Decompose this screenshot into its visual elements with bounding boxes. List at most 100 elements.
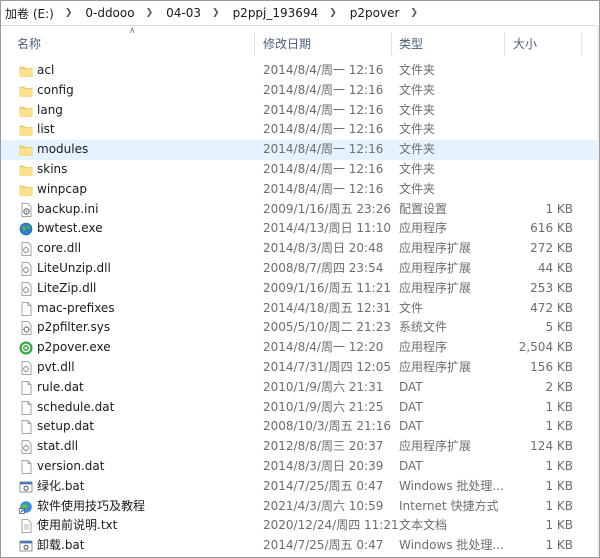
file-size: 1 KB [545,538,573,553]
file-row[interactable]: list 2014/8/4/周一 12:16 文件夹 [1,120,599,140]
file-type: 文件 [399,300,424,315]
file-row[interactable]: 卸载.bat 2014/7/25/周五 0:47 Windows 批处理... 1 K… [1,536,599,556]
file-type: 文件夹 [399,82,436,97]
file-row[interactable]: LiteZip.dll 2009/1/16/周五 11:21 应用程序扩展 253 K… [1,279,599,299]
file-size: 1 KB [545,458,573,473]
file-row[interactable]: skins 2014/8/4/周一 12:16 文件夹 [1,160,599,180]
file-list: acl 2014/8/4/周一 12:16 文件夹 config 2014/8/4/周一… [1,61,599,556]
file-name: p2pover.exe [37,340,111,355]
file-row[interactable]: stat.dll 2012/8/8/周三 20:37 应用程序扩展 124 KB [1,437,599,457]
file-modified-date: 2014/8/4/周一 12:20 [263,340,384,355]
file-row[interactable]: setup.dat 2008/10/3/周五 21:16 DAT 1 KB [1,417,599,437]
column-divider[interactable] [254,32,255,56]
file-row[interactable]: p2pfilter.sys 2005/5/10/周二 21:23 系统文件 5 KB [1,318,599,338]
file-size: 1 KB [545,498,573,513]
breadcrumb-folder-2[interactable]: 04-03 [163,6,204,20]
file-size: 472 KB [530,300,573,315]
file-type: 文件夹 [399,63,436,77]
file-type: Internet 快捷方式 [399,498,499,513]
file-type: 文件夹 [399,161,436,176]
file-type: 应用程序扩展 [399,280,472,295]
column-header-type[interactable]: 类型 [399,32,423,56]
scrollbar-track[interactable] [597,25,599,557]
column-divider[interactable] [581,32,582,56]
breadcrumb-folder-1[interactable]: 0-ddooo [82,6,137,20]
file-row[interactable]: winpcap 2014/8/4/周一 12:16 文件夹 [1,180,599,200]
file-type: 应用程序 [399,340,448,355]
folder-icon [19,104,33,118]
file-row[interactable]: acl 2014/8/4/周一 12:16 文件夹 [1,61,599,81]
file-type: 应用程序 [399,221,448,236]
file-modified-date: 2014/8/4/周一 12:16 [263,142,384,157]
column-header-name[interactable]: 名称 [17,32,41,56]
file-row[interactable]: LiteUnzip.dll 2008/8/7/周四 23:54 应用程序扩展 44 K… [1,259,599,279]
file-name: list [37,122,55,137]
breadcrumb-folder-3[interactable]: p2ppj_193694 [230,6,322,20]
file-modified-date: 2020/12/24/周四 11:21 [263,518,399,533]
file-modified-date: 2014/8/3/周日 20:48 [263,241,384,256]
file-name: LiteZip.dll [37,280,97,295]
file-type: 应用程序扩展 [399,439,472,454]
file-type: 应用程序扩展 [399,241,472,256]
file-name: core.dll [37,241,82,256]
file-row[interactable]: 使用前说明.txt 2020/12/24/周四 11:21 文本文档 1 KB [1,516,599,536]
dll-file-icon [19,281,33,296]
file-row[interactable]: lang 2014/8/4/周一 12:16 文件夹 [1,101,599,121]
file-row[interactable]: pvt.dll 2014/7/31/周四 12:05 应用程序扩展 156 KB [1,358,599,378]
blank-file-icon [19,460,33,474]
file-row[interactable]: schedule.dat 2010/1/9/周六 21:25 DAT 1 KB [1,398,599,418]
file-size: 616 KB [530,221,573,236]
column-divider[interactable] [391,32,392,56]
file-name: modules [37,142,89,157]
file-row[interactable]: backup.ini 2009/1/16/周五 23:26 配置设置 1 KB [1,200,599,220]
file-name: skins [37,161,68,176]
column-divider[interactable] [504,32,505,56]
globe-app-icon [19,222,33,236]
file-modified-date: 2010/1/9/周六 21:31 [263,379,384,394]
file-row[interactable]: modules 2014/8/4/周一 12:16 文件夹 [1,140,599,160]
file-row[interactable]: config 2014/8/4/周一 12:16 文件夹 [1,81,599,101]
chevron-right-icon[interactable]: ❯ [402,8,428,18]
file-type: 文本文档 [399,518,448,533]
file-modified-date: 2014/8/4/周一 12:16 [263,102,384,117]
file-modified-date: 2014/8/4/周一 12:16 [263,161,384,176]
file-modified-date: 2014/7/25/周五 0:47 [263,478,384,493]
file-name: backup.ini [37,201,99,216]
file-type: 文件夹 [399,181,436,196]
column-header-size[interactable]: 大小 [513,32,537,56]
file-size: 253 KB [530,280,573,295]
text-file-icon [19,519,33,534]
file-modified-date: 2014/4/18/周五 12:31 [263,300,391,315]
file-row[interactable]: rule.dat 2010/1/9/周六 21:31 DAT 2 KB [1,378,599,398]
file-size: 1 KB [545,201,573,216]
file-size: 5 KB [545,320,573,335]
blank-file-icon [19,380,33,395]
file-row[interactable]: 绿化.bat 2014/7/25/周五 0:47 Windows 批处理... 1 K… [1,477,599,497]
file-modified-date: 2021/4/3/周六 10:59 [263,498,384,513]
file-row[interactable]: bwtest.exe 2014/4/13/周日 11:10 应用程序 616 KB [1,219,599,239]
file-name: LiteUnzip.dll [37,260,111,275]
file-row[interactable]: 软件使用技巧及教程 2021/4/3/周六 10:59 Internet 快捷方式 1… [1,497,599,517]
sort-ascending-icon: ∧ [129,26,136,36]
breadcrumb-drive[interactable]: 加卷 (E:) [2,5,57,22]
file-modified-date: 2012/8/8/周三 20:37 [263,439,384,454]
file-explorer-window: 加卷 (E:) ❯ 0-ddooo ❯ 04-03 ❯ p2ppj_193694… [0,0,600,558]
file-name: stat.dll [37,439,79,454]
file-modified-date: 2014/8/4/周一 12:16 [263,181,384,196]
dll-file-icon [19,262,33,276]
chevron-right-icon[interactable]: ❯ [204,8,230,18]
p2pover-app-icon [19,341,33,355]
file-row[interactable]: version.dat 2014/8/3/周日 20:39 DAT 1 KB [1,457,599,477]
chevron-right-icon[interactable]: ❯ [138,8,164,18]
file-row[interactable]: mac-prefixes 2014/4/18/周五 12:31 文件 472 KB [1,299,599,319]
file-row[interactable]: core.dll 2014/8/3/周日 20:48 应用程序扩展 272 KB [1,239,599,259]
dll-file-icon [19,440,33,455]
file-row[interactable]: p2pover.exe 2014/8/4/周一 12:20 应用程序 2,504 KB [1,338,599,358]
file-name: 卸载.bat [37,538,85,553]
file-type: 文件夹 [399,142,436,157]
breadcrumb-current[interactable]: p2pover [347,6,403,20]
file-name: rule.dat [37,379,84,394]
chevron-right-icon[interactable]: ❯ [321,8,347,18]
column-header-date[interactable]: 修改日期 [263,32,311,56]
chevron-right-icon[interactable]: ❯ [57,8,83,18]
